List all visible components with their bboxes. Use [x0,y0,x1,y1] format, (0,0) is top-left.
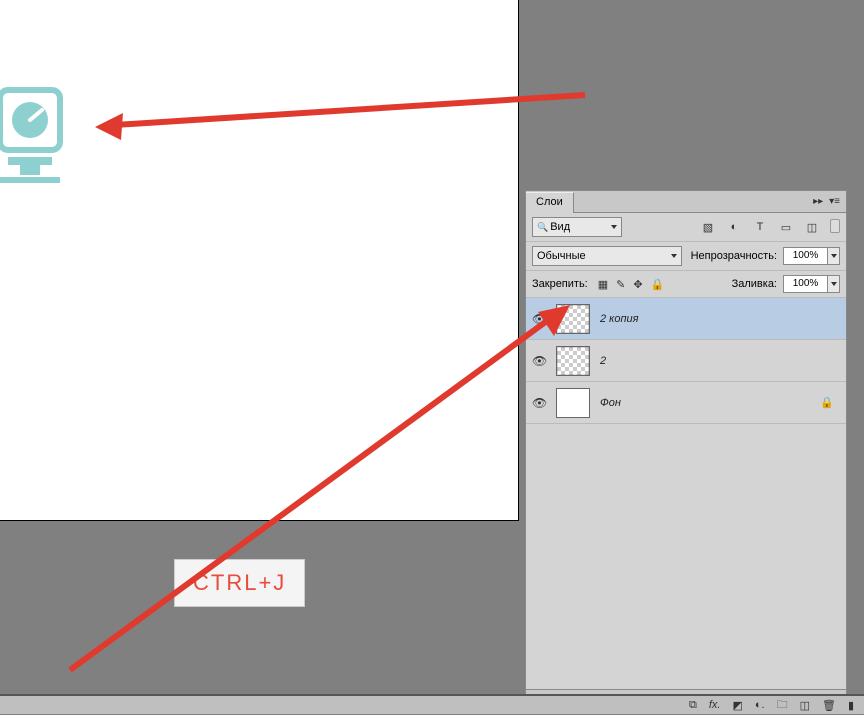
lock-label: Закрепить: [532,278,588,290]
fill-input[interactable]: 100% [783,275,828,293]
annotation-label: CTRL+J [174,559,305,607]
layers-panel: Слои ▸▸ ▾≡ Вид ▧ ◐ T ▭ ◫ Обычные Непрозр… [525,190,847,714]
fill-dropdown-arrow[interactable] [828,275,840,293]
opacity-dropdown-arrow[interactable] [828,247,840,265]
filter-smartobject-icon[interactable]: ◫ [804,219,820,235]
panel-menu-icon[interactable]: ▾≡ [829,196,840,207]
blend-opacity-row: Обычные Непрозрачность: 100% [526,242,846,271]
fx-icon[interactable]: fx. [709,699,721,711]
filter-image-icon[interactable]: ▧ [700,219,716,235]
app-status-bar: ⧉ fx. ◩ ◐. 🗀 ◫ 🗑 ▮ [0,694,864,714]
layer-row[interactable]: 👁 2 копия [526,298,846,340]
visibility-toggle-icon[interactable]: 👁 [532,312,546,326]
layer-thumbnail[interactable] [556,388,590,418]
lock-pixels-icon[interactable]: ✎ [616,278,625,291]
group-icon[interactable]: 🗀 [777,696,788,715]
lock-icon: 🔒 [820,396,834,409]
layers-list: 👁 2 копия 👁 2 👁 Фон 🔒 [526,298,846,689]
filter-toggle-icon[interactable] [830,219,840,233]
tab-layers[interactable]: Слои [526,192,574,213]
lock-fill-row: Закрепить: ▦ ✎ ✥ 🔒 Заливка: 100% [526,271,846,298]
delete-layer-icon[interactable]: 🗑 [822,699,836,712]
link-layers-icon[interactable]: ⧉ [689,699,697,712]
canvas[interactable] [0,0,519,521]
layer-name-label[interactable]: 2 [600,355,606,367]
blend-mode-dropdown[interactable]: Обычные [532,246,682,266]
filter-type-dropdown[interactable]: Вид [532,217,622,237]
panel-collapse-icon[interactable]: ▸▸ [813,196,823,207]
panel-tab-bar: Слои ▸▸ ▾≡ [526,191,846,213]
visibility-toggle-icon[interactable]: 👁 [532,354,546,368]
visibility-toggle-icon[interactable]: 👁 [532,396,546,410]
filter-row: Вид ▧ ◐ T ▭ ◫ [526,213,846,242]
filter-type-icon[interactable]: T [752,219,768,235]
layer-thumbnail[interactable] [556,346,590,376]
lock-all-icon[interactable]: 🔒 [651,278,665,291]
new-layer-icon[interactable]: ◫ [800,699,810,712]
filter-adjustment-icon[interactable]: ◐ [726,219,742,235]
opacity-label: Непрозрачность: [691,250,777,262]
adjustment-layer-icon[interactable]: ◐. [755,699,765,711]
layer-thumbnail[interactable] [556,304,590,334]
more-icon[interactable]: ▮ [848,699,854,712]
fill-label: Заливка: [732,278,777,290]
layer-name-label[interactable]: Фон [600,397,621,409]
lock-position-icon[interactable]: ✥ [633,278,642,291]
layer-name-label[interactable]: 2 копия [600,313,639,325]
mask-icon[interactable]: ◩ [732,699,742,712]
canvas-graphic-monitor [0,85,70,195]
layer-row[interactable]: 👁 Фон 🔒 [526,382,846,424]
lock-transparency-icon[interactable]: ▦ [598,278,608,291]
filter-shape-icon[interactable]: ▭ [778,219,794,235]
opacity-input[interactable]: 100% [783,247,828,265]
layer-row[interactable]: 👁 2 [526,340,846,382]
